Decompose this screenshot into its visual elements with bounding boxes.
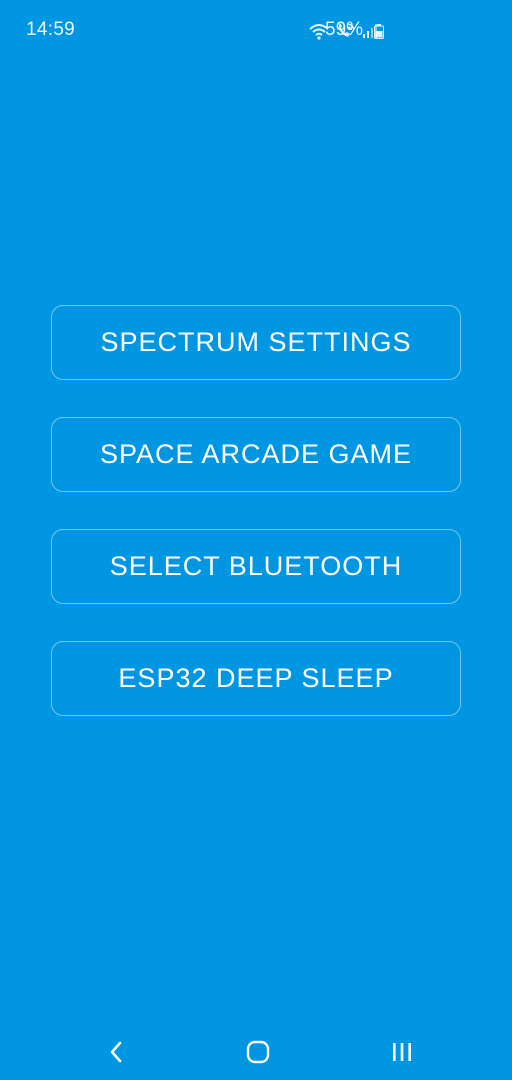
status-bar: 14:59 59% bbox=[0, 0, 512, 62]
battery-percent: 59% bbox=[325, 19, 364, 40]
spectrum-settings-button[interactable]: SPECTRUM SETTINGS bbox=[51, 305, 461, 380]
main-menu: SPECTRUM SETTINGS SPACE ARCADE GAME SELE… bbox=[51, 305, 461, 716]
space-arcade-game-button[interactable]: SPACE ARCADE GAME bbox=[51, 417, 461, 492]
home-icon[interactable] bbox=[238, 1032, 278, 1072]
recents-icon[interactable] bbox=[382, 1032, 422, 1072]
status-time: 14:59 bbox=[26, 19, 76, 40]
navigation-bar bbox=[0, 1020, 512, 1080]
esp32-deep-sleep-button[interactable]: ESP32 DEEP SLEEP bbox=[51, 641, 461, 716]
back-icon[interactable] bbox=[96, 1032, 136, 1072]
battery-icon bbox=[374, 24, 384, 44]
select-bluetooth-button[interactable]: SELECT BLUETOOTH bbox=[51, 529, 461, 604]
